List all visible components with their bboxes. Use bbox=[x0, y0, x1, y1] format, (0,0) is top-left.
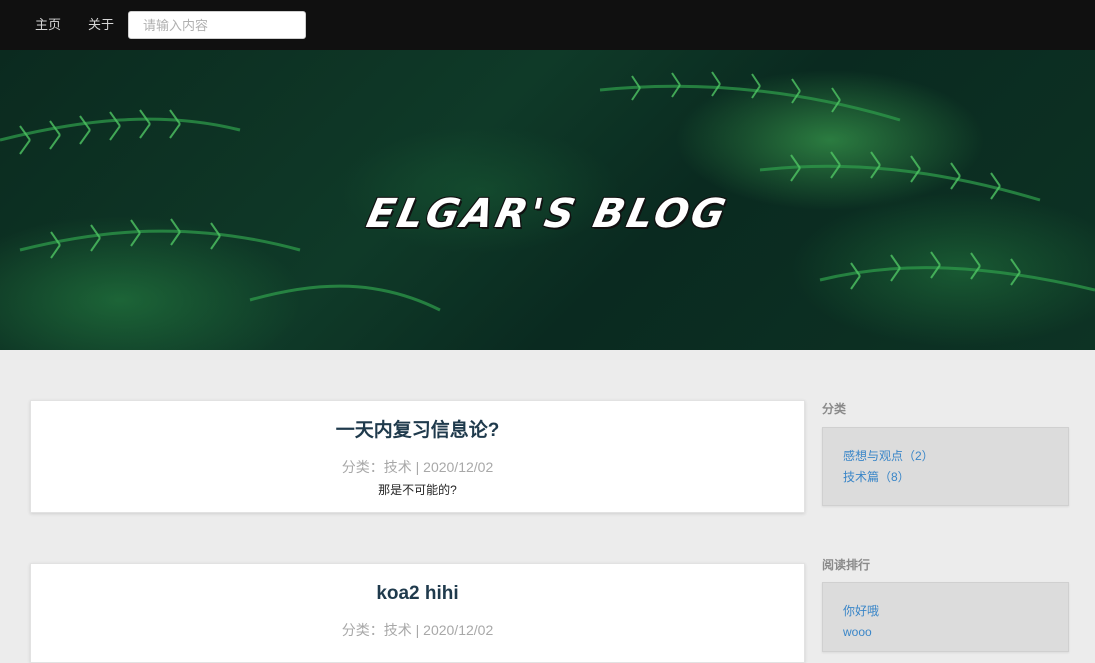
post-title-link[interactable]: 一天内复习信息论? bbox=[31, 419, 804, 443]
post-card: koa2 hihi 分类：技术 | 2020/12/02 bbox=[30, 563, 805, 663]
top-navbar: 主页 关于 bbox=[0, 0, 1095, 50]
nav-home-link[interactable]: 主页 bbox=[35, 16, 61, 34]
ranking-link[interactable]: 你好哦 bbox=[843, 604, 1068, 618]
ranking-link[interactable]: wooo bbox=[843, 625, 1068, 639]
categories-heading: 分类 bbox=[822, 402, 847, 416]
nav-about-link[interactable]: 关于 bbox=[88, 16, 114, 34]
blog-title: ELGAR'S BLOG bbox=[362, 191, 733, 237]
post-meta: 分类：技术 | 2020/12/02 bbox=[341, 622, 494, 638]
search-input[interactable] bbox=[128, 11, 306, 39]
reading-ranking-heading: 阅读排行 bbox=[822, 558, 871, 572]
hero-banner: ELGAR'S BLOG bbox=[0, 50, 1095, 350]
category-link[interactable]: 感想与观点（2） bbox=[843, 449, 1068, 463]
categories-box: 感想与观点（2） 技术篇（8） bbox=[822, 427, 1069, 506]
post-meta: 分类：技术 | 2020/12/02 bbox=[341, 459, 494, 475]
category-link[interactable]: 技术篇（8） bbox=[843, 470, 1068, 484]
post-title-link[interactable]: koa2 hihi bbox=[31, 582, 804, 606]
post-excerpt: 那是不可能的? bbox=[378, 483, 457, 497]
post-card: 一天内复习信息论? 分类：技术 | 2020/12/02 那是不可能的? bbox=[30, 400, 805, 513]
reading-ranking-box: 你好哦 wooo bbox=[822, 582, 1069, 652]
